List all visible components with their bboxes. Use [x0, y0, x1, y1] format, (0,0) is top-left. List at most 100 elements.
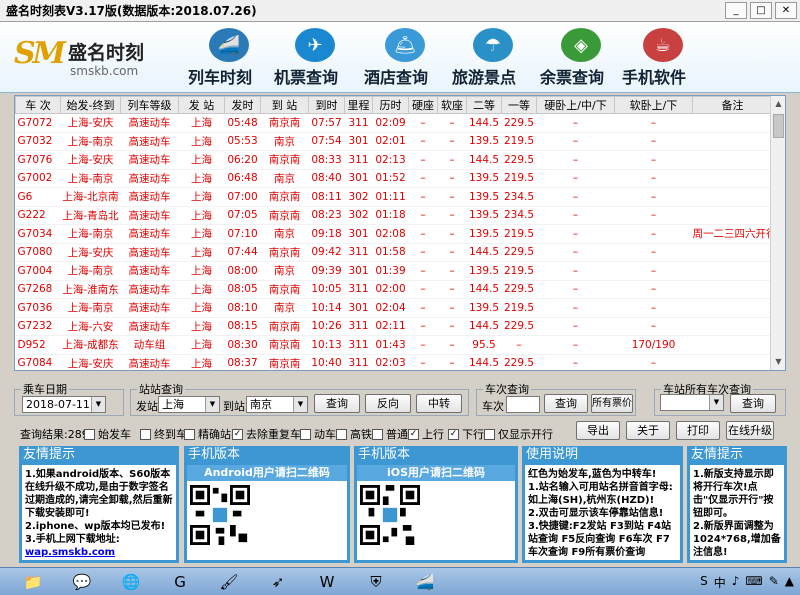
column-header[interactable]: 软座 — [437, 96, 467, 114]
tray-icon[interactable]: ⌨ — [745, 574, 762, 591]
scroll-up-icon[interactable]: ▲ — [771, 96, 785, 112]
app-g-icon[interactable]: G — [161, 570, 199, 594]
column-header[interactable]: 发 站 — [178, 96, 225, 114]
nav-item-5[interactable]: ☕ 手机软件 — [622, 28, 704, 90]
column-header[interactable]: 到时 — [308, 96, 345, 114]
vertical-scrollbar[interactable]: ▲ ▼ — [770, 96, 785, 370]
checkmark-icon[interactable]: ✓ — [232, 428, 243, 440]
filter-checkbox[interactable]: 仅显示开行 — [484, 426, 553, 442]
chevron-down-icon[interactable]: ▼ — [205, 397, 219, 412]
about-button[interactable]: 关于 — [626, 421, 670, 440]
station-query-button[interactable]: 查询 — [314, 394, 360, 413]
date-picker[interactable]: 2018-07-11 ▼ — [22, 396, 106, 413]
upgrade-button[interactable]: 在线升级 — [726, 421, 774, 440]
table-row[interactable]: G222 上海-青岛北 高速动车 上海 07:05 南京南 08:23 302 01:18– –1… — [15, 206, 773, 225]
filter-checkbox[interactable]: 动车 — [300, 426, 336, 442]
column-header[interactable]: 始发-终到 — [60, 96, 121, 114]
checkbox-icon[interactable] — [372, 428, 383, 440]
station-trains-query-button[interactable]: 查询 — [730, 394, 776, 413]
filter-checkbox[interactable]: 始发车 — [84, 426, 131, 442]
table-row[interactable]: D952 上海-成都东 动车组 上海 08:30 南京南 10:13 311 01:43– –95… — [15, 335, 773, 355]
folder-icon[interactable]: 📁 — [14, 570, 52, 594]
checkbox-icon[interactable] — [336, 428, 347, 440]
scroll-down-icon[interactable]: ▼ — [771, 354, 785, 370]
table-row[interactable]: G7036 上海-南京 高速动车 上海 08:10 南京 10:14 301 02:04– –13… — [15, 298, 773, 318]
column-header[interactable]: 列车等级 — [120, 96, 179, 114]
from-station-select[interactable]: 上海 ▼ — [158, 396, 220, 413]
download-link[interactable]: wap.smskb.com — [25, 546, 173, 559]
table-row[interactable]: G7072 上海-安庆 高速动车 上海 05:48 南京南 07:57 311 02:09– –1… — [15, 113, 773, 133]
filter-checkbox[interactable]: 终到车 — [140, 426, 187, 442]
filter-checkbox[interactable]: ✓ 下行 — [448, 426, 484, 442]
column-header[interactable]: 硬卧上/中/下 — [536, 96, 615, 114]
column-header[interactable]: 到 站 — [260, 96, 309, 114]
filter-checkbox[interactable]: 高铁 — [336, 426, 372, 442]
train-query-button[interactable]: 查询 — [544, 394, 588, 413]
nav-item-4[interactable]: ◈ 余票查询 — [540, 28, 622, 90]
table-row[interactable]: G7002 上海-南京 高速动车 上海 06:48 南京 08:40 301 01:52– –13… — [15, 169, 773, 188]
table-row[interactable]: G7080 上海-安庆 高速动车 上海 07:44 南京南 09:42 311 01:58– –1… — [15, 243, 773, 262]
table-cell: – — [614, 169, 693, 188]
column-header[interactable]: 历时 — [372, 96, 409, 114]
print-button[interactable]: 打印 — [676, 421, 720, 440]
scroll-thumb[interactable] — [773, 114, 784, 138]
checkbox-icon[interactable] — [300, 428, 311, 440]
column-header[interactable]: 里程 — [344, 96, 373, 114]
column-header[interactable]: 硬座 — [408, 96, 438, 114]
train-input[interactable] — [506, 396, 540, 413]
chevron-down-icon[interactable]: ▼ — [709, 395, 723, 410]
tray-icon[interactable]: 中 — [714, 574, 726, 591]
filter-checkbox[interactable]: ✓ 去除重复车 — [232, 426, 301, 442]
checkmark-icon[interactable]: ✓ — [408, 428, 419, 440]
nav-item-0[interactable]: 🚄 列车时刻 — [188, 28, 270, 90]
table-row[interactable]: G7232 上海-六安 高速动车 上海 08:15 南京南 10:26 311 02:11– –1… — [15, 317, 773, 336]
checkbox-icon[interactable] — [184, 428, 195, 440]
all-price-button[interactable]: 所有票价 — [591, 394, 633, 413]
tray-icon[interactable]: ✎ — [769, 574, 779, 591]
column-header[interactable]: 一等 — [501, 96, 537, 114]
minimize-button[interactable]: _ — [725, 2, 747, 19]
checkmark-icon[interactable]: ✓ — [448, 428, 459, 440]
table-row[interactable]: G7268 上海-淮南东 高速动车 上海 08:05 南京南 10:05 311 02:00– –… — [15, 280, 773, 299]
column-header[interactable]: 二等 — [466, 96, 502, 114]
table-cell: – — [437, 280, 467, 299]
feather-icon[interactable]: ➶ — [259, 570, 297, 594]
wechat-icon[interactable]: 💬 — [63, 570, 101, 594]
chevron-down-icon[interactable]: ▼ — [293, 397, 307, 412]
export-button[interactable]: 导出 — [576, 421, 620, 440]
column-header[interactable]: 车 次 — [15, 96, 61, 114]
table-row[interactable]: G6 上海-北京南 高速动车 上海 07:00 南京南 08:11 302 01:11– –139… — [15, 187, 773, 207]
table-row[interactable]: G7076 上海-安庆 高速动车 上海 06:20 南京南 08:33 311 02:13– –1… — [15, 150, 773, 170]
shield-icon[interactable]: ⛨ — [357, 570, 395, 594]
column-header[interactable]: 发时 — [224, 96, 261, 114]
nav-label: 旅游景点 — [452, 68, 517, 87]
chevron-down-icon[interactable]: ▼ — [91, 397, 105, 412]
close-button[interactable]: ✕ — [775, 2, 797, 19]
tray-icon[interactable]: ♪ — [732, 574, 740, 591]
train-app-icon[interactable]: 🚄 — [406, 570, 444, 594]
table-row[interactable]: G7084 上海-安庆 高速动车 上海 08:37 南京南 10:40 311 02:03– –1… — [15, 354, 773, 370]
tray-icon[interactable]: ▲ — [785, 574, 794, 591]
tray-icon[interactable]: S — [700, 574, 708, 591]
word-icon[interactable]: W — [308, 570, 346, 594]
table-row[interactable]: G7004 上海-南京 高速动车 上海 08:00 南京 09:39 301 01:39– –13… — [15, 261, 773, 281]
browser-icon[interactable]: 🌐 — [112, 570, 150, 594]
transfer-button[interactable]: 中转 — [416, 394, 462, 413]
table-row[interactable]: G7034 上海-南京 高速动车 上海 07:10 南京 09:18 301 02:08– –13… — [15, 224, 773, 244]
filter-checkbox[interactable]: ✓ 上行 — [408, 426, 444, 442]
reverse-button[interactable]: 反向 — [365, 394, 411, 413]
column-header[interactable]: 备注 — [692, 96, 773, 114]
filter-checkbox[interactable]: 普通 — [372, 426, 408, 442]
table-row[interactable]: G7032 上海-南京 高速动车 上海 05:53 南京 07:54 301 02:01– –13… — [15, 132, 773, 151]
column-header[interactable]: 软卧上/下 — [614, 96, 693, 114]
nav-item-3[interactable]: ☂ 旅游景点 — [452, 28, 534, 90]
checkbox-icon[interactable] — [484, 428, 495, 440]
maximize-button[interactable]: □ — [750, 2, 772, 19]
to-station-select[interactable]: 南京 ▼ — [246, 396, 308, 413]
station-trains-select[interactable]: ▼ — [660, 394, 724, 411]
checkbox-icon[interactable] — [84, 428, 95, 440]
tool-icon[interactable]: 🖌 — [210, 570, 248, 594]
nav-item-1[interactable]: ✈ 机票查询 — [274, 28, 356, 90]
checkbox-icon[interactable] — [140, 428, 151, 440]
nav-item-2[interactable]: 🛎 酒店查询 — [364, 28, 446, 90]
